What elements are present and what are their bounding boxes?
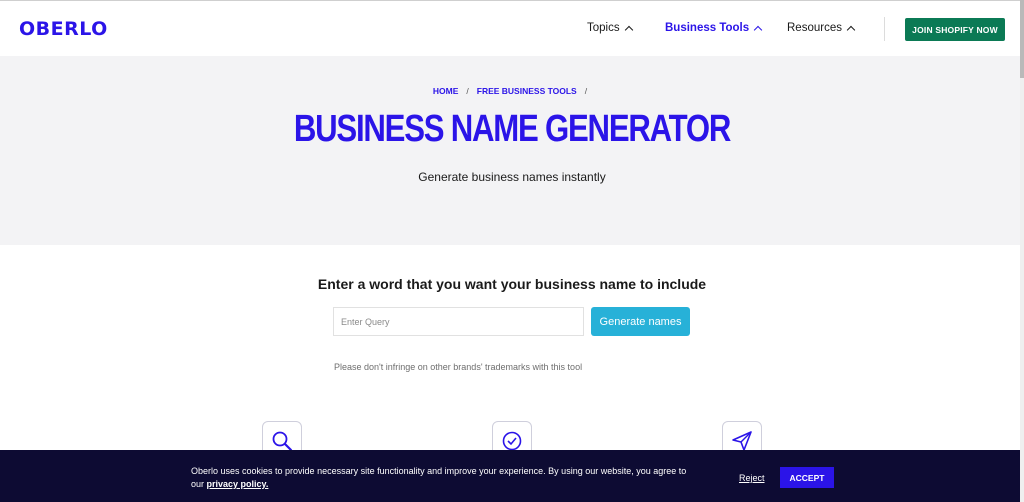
nav-business-tools[interactable]: Business Tools xyxy=(665,22,763,34)
generate-names-button[interactable]: Generate names xyxy=(591,307,690,336)
nav-resources-label: Resources xyxy=(787,22,842,34)
cookie-message: Oberlo uses cookies to provide necessary… xyxy=(191,465,691,491)
breadcrumb-separator: / xyxy=(584,86,588,96)
page-subtitle: Generate business names instantly xyxy=(418,170,606,184)
privacy-policy-link[interactable]: privacy policy. xyxy=(207,479,269,489)
nav-divider xyxy=(884,17,885,41)
chevron-up-icon xyxy=(846,25,856,34)
breadcrumb-separator: / xyxy=(466,86,469,96)
accept-cookies-button[interactable]: ACCEPT xyxy=(780,467,834,488)
scrollbar-thumb[interactable] xyxy=(1020,0,1024,78)
reject-cookies-button[interactable]: Reject xyxy=(739,473,765,483)
nav-topics-label: Topics xyxy=(587,22,620,34)
nav-business-tools-label: Business Tools xyxy=(665,22,750,34)
page-scrollbar[interactable] xyxy=(1020,0,1024,502)
page-title: BUSINESS NAME GENERATOR xyxy=(293,108,732,150)
nav-topics[interactable]: Topics xyxy=(587,22,633,34)
breadcrumb-home[interactable]: HOME xyxy=(433,86,459,96)
chevron-up-icon xyxy=(624,25,633,34)
trademark-disclaimer: Please don't infringe on other brands' t… xyxy=(334,362,583,372)
query-prompt: Enter a word that you want your business… xyxy=(317,276,707,292)
join-shopify-button[interactable]: JOIN SHOPIFY NOW xyxy=(905,18,1005,41)
chevron-up-icon xyxy=(753,25,763,34)
oberlo-logo[interactable]: OBERLO xyxy=(19,18,108,40)
breadcrumb-free-business-tools[interactable]: FREE BUSINESS TOOLS xyxy=(477,86,577,96)
nav-resources[interactable]: Resources xyxy=(787,22,856,34)
site-header: OBERLO Topics Business Tools Resources J… xyxy=(0,0,1020,56)
breadcrumb: HOME / FREE BUSINESS TOOLS / xyxy=(0,86,1020,96)
query-input[interactable] xyxy=(333,307,584,336)
